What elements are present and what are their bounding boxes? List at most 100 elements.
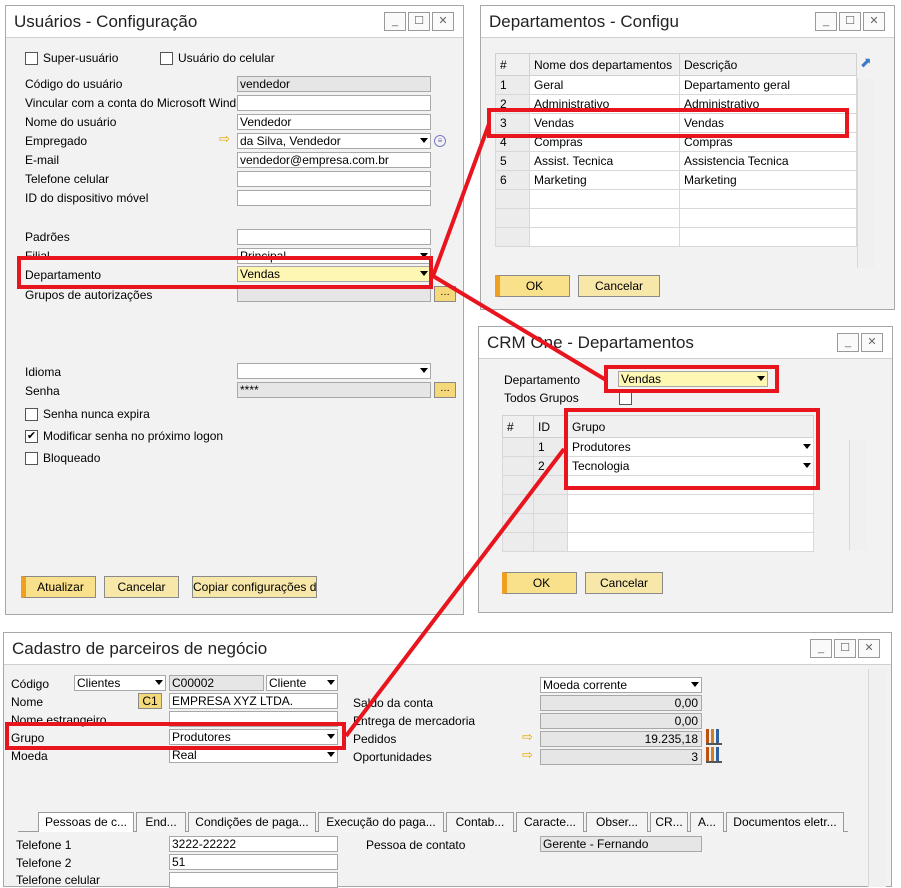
user-name-field[interactable]: Vendedor [237, 114, 431, 130]
close-icon[interactable]: ✕ [858, 639, 880, 658]
crm-scrollbar[interactable] [849, 440, 867, 550]
empty-row[interactable] [502, 532, 814, 552]
chart-icon[interactable] [706, 747, 722, 763]
table-row[interactable]: 3 Vendas Vendas [495, 113, 857, 133]
password-browse-button[interactable]: … [434, 382, 456, 398]
empty-row[interactable] [502, 475, 814, 495]
link-arrow-icon[interactable]: ⇨ [522, 730, 533, 744]
blocked-checkbox[interactable] [25, 452, 38, 465]
tab-electronic-docs[interactable]: Documentos eletr... [726, 812, 844, 832]
group-select[interactable]: Tecnologia [567, 456, 814, 476]
close-icon[interactable]: ✕ [432, 12, 454, 31]
minimize-icon[interactable]: _ [815, 12, 837, 31]
tab-attachments[interactable]: A... [690, 812, 724, 832]
group-select[interactable]: Produtores [567, 437, 814, 457]
maximize-icon[interactable]: ☐ [839, 12, 861, 31]
all-groups-checkbox[interactable] [619, 392, 632, 405]
cancel-button[interactable]: Cancelar [104, 576, 179, 598]
empty-row[interactable] [495, 227, 857, 247]
table-row[interactable]: 6 Marketing Marketing [495, 170, 857, 190]
bp-scrollbar[interactable] [868, 669, 886, 887]
auth-groups-field[interactable] [237, 286, 431, 302]
delivery-field[interactable]: 0,00 [540, 713, 702, 729]
mobile-field[interactable] [169, 872, 338, 888]
dept-name-cell[interactable]: Vendas [529, 113, 680, 133]
currency-select[interactable]: Real [169, 747, 338, 763]
tab-addresses[interactable]: End... [136, 812, 186, 832]
dept-name-cell[interactable]: Geral [529, 75, 680, 95]
close-icon[interactable]: ✕ [863, 12, 885, 31]
tab-crm[interactable]: CR... [650, 812, 688, 832]
table-row[interactable]: 1 Geral Departamento geral [495, 75, 857, 95]
dept-name-cell[interactable]: Assist. Tecnica [529, 151, 680, 171]
tab-accounting[interactable]: Contab... [446, 812, 514, 832]
password-field[interactable]: **** [237, 382, 431, 398]
empty-row[interactable] [502, 494, 814, 514]
tab-contacts[interactable]: Pessoas de c... [38, 812, 134, 832]
checkbox-checked-icon[interactable]: ✔ [25, 430, 38, 443]
dept-desc-cell[interactable]: Compras [679, 132, 857, 152]
defaults-field[interactable] [237, 229, 431, 245]
table-row[interactable]: 2 Tecnologia [502, 456, 814, 476]
update-button[interactable]: Atualizar [21, 576, 96, 598]
mobile-user-checkbox[interactable] [160, 52, 173, 65]
superuser-checkbox[interactable] [25, 52, 38, 65]
foreign-name-field[interactable] [169, 711, 338, 727]
never-expire-checkbox[interactable] [25, 408, 38, 421]
expand-icon[interactable]: ⬈ [860, 54, 872, 71]
dept-desc-cell[interactable]: Vendas [679, 113, 857, 133]
close-icon[interactable]: ✕ [861, 333, 883, 352]
minimize-icon[interactable]: _ [837, 333, 859, 352]
balance-field[interactable]: 0,00 [540, 695, 702, 711]
tab-payment-run[interactable]: Execução do paga... [318, 812, 444, 832]
email-field[interactable]: vendedor@empresa.com.br [237, 152, 431, 168]
group-select[interactable]: Produtores [169, 729, 338, 745]
dept-name-cell[interactable]: Administrativo [529, 94, 680, 114]
departments-cancel-button[interactable]: Cancelar [578, 275, 660, 297]
departments-scrollbar[interactable] [857, 78, 875, 268]
table-row[interactable]: 1 Produtores [502, 437, 814, 457]
user-code-field[interactable]: vendedor [237, 76, 431, 92]
table-row[interactable]: 2 Administrativo Administrativo [495, 94, 857, 114]
empty-row[interactable] [495, 189, 857, 209]
maximize-icon[interactable]: ☐ [834, 639, 856, 658]
dept-desc-cell[interactable]: Departamento geral [679, 75, 857, 95]
mobile-phone-field[interactable] [237, 171, 431, 187]
dept-name-cell[interactable]: Marketing [529, 170, 680, 190]
copy-settings-button[interactable]: Copiar configurações de [192, 576, 317, 598]
info-icon[interactable]: ≡ [434, 135, 446, 147]
phone1-field[interactable]: 3222-22222 [169, 836, 338, 852]
code-field[interactable]: C00002 [169, 675, 264, 691]
employee-select[interactable]: da Silva, Vendedor [237, 133, 431, 149]
department-select[interactable]: Vendas [237, 266, 431, 282]
dept-desc-cell[interactable]: Assistencia Tecnica [679, 151, 857, 171]
dept-desc-cell[interactable]: Marketing [679, 170, 857, 190]
minimize-icon[interactable]: _ [384, 12, 406, 31]
minimize-icon[interactable]: _ [810, 639, 832, 658]
code-type-select[interactable]: Clientes [74, 675, 166, 691]
name-field[interactable]: EMPRESA XYZ LTDA. [169, 693, 338, 709]
currency-mode-select[interactable]: Moeda corrente [540, 677, 702, 693]
chart-icon[interactable] [706, 729, 722, 745]
departments-ok-button[interactable]: OK [495, 275, 570, 297]
dept-desc-cell[interactable]: Administrativo [679, 94, 857, 114]
crm-ok-button[interactable]: OK [502, 572, 577, 594]
device-id-field[interactable] [237, 190, 431, 206]
phone2-field[interactable]: 51 [169, 854, 338, 870]
orders-field[interactable]: 19.235,18 [540, 731, 702, 747]
table-row[interactable]: 5 Assist. Tecnica Assistencia Tecnica [495, 151, 857, 171]
contact-field[interactable]: Gerente - Fernando [540, 836, 702, 852]
tab-remarks[interactable]: Obser... [586, 812, 648, 832]
branch-select[interactable]: Principal [237, 248, 431, 264]
auth-groups-browse-button[interactable]: … [434, 286, 456, 302]
code-kind-select[interactable]: Cliente [266, 675, 338, 691]
maximize-icon[interactable]: ☐ [408, 12, 430, 31]
empty-row[interactable] [495, 208, 857, 228]
crm-department-select[interactable]: Vendas [618, 371, 768, 387]
dept-name-cell[interactable]: Compras [529, 132, 680, 152]
tab-properties[interactable]: Caracte... [516, 812, 584, 832]
link-arrow-icon[interactable]: ⇨ [219, 132, 230, 146]
tab-payment-terms[interactable]: Condições de paga... [188, 812, 316, 832]
language-select[interactable] [237, 363, 431, 379]
ms-account-field[interactable] [237, 95, 431, 111]
